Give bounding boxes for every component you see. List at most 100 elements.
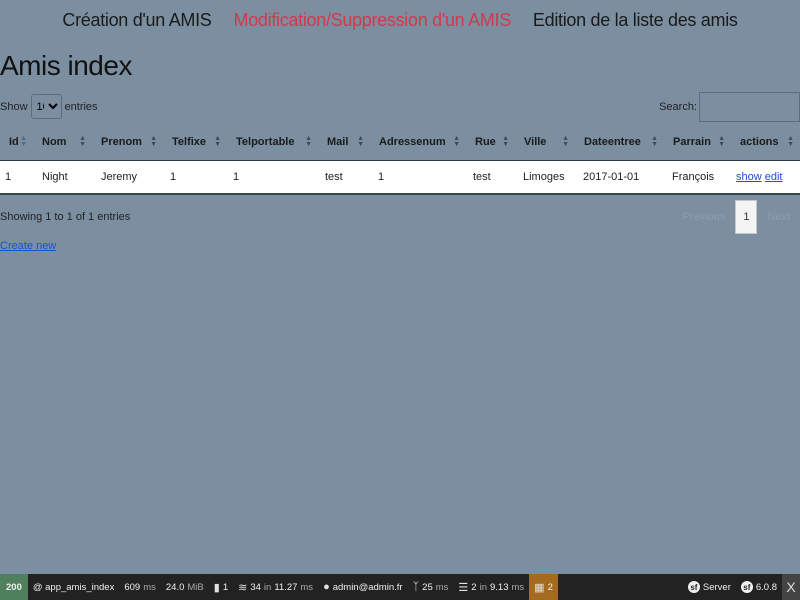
table-row: 1 Night Jeremy 1 1 test 1 test Limoges 2… — [0, 160, 800, 195]
twig-unit: ms — [435, 581, 449, 593]
toolbar-user[interactable]: ● admin@admin.fr — [318, 574, 408, 600]
cache-layers-icon: ≋ — [238, 581, 248, 594]
column-header-adressenum[interactable]: Adressenum ▲ ▼ — [370, 124, 466, 161]
log-icon: ▮ — [213, 581, 220, 594]
column-header-dateentree[interactable]: Dateentree ▲ ▼ — [575, 124, 664, 161]
db-in: in — [479, 581, 487, 593]
pagination-previous[interactable]: Previous — [673, 211, 736, 223]
db-queries: 2 — [471, 581, 477, 593]
cell-ville: Limoges — [515, 160, 575, 195]
cell-actions: show edit — [731, 160, 800, 195]
length-menu: Show 10 entries — [0, 94, 98, 119]
sort-both-icon: ▲ ▼ — [214, 135, 221, 148]
symfony-logo-icon: sf — [740, 581, 753, 593]
column-header-rue[interactable]: Rue ▲ ▼ — [466, 124, 515, 161]
column-header-mail[interactable]: Mail ▲ ▼ — [318, 124, 370, 161]
nav-create-amis[interactable]: Création d'un AMIS — [62, 10, 211, 31]
sort-asc-icon: ▲ ▼ — [20, 135, 27, 148]
cell-dateentree: 2017-01-01 — [575, 160, 664, 195]
cell-mail: test — [318, 160, 370, 195]
sort-both-icon: ▲ ▼ — [718, 135, 725, 148]
column-header-parrain[interactable]: Parrain ▲ ▼ — [664, 124, 731, 161]
table-header-row: Id ▲ ▼ Nom ▲ ▼ Prenom ▲ ▼ Telfixe ▲ ▼ Telportabl… — [0, 124, 800, 161]
toolbar-twig[interactable]: ᛉ 25 ms — [408, 574, 454, 600]
toolbar-time[interactable]: 609 ms — [119, 574, 161, 600]
close-toolbar-button[interactable]: X — [782, 574, 800, 600]
cell-telfixe: 1 — [163, 160, 227, 195]
memory-unit: MiB — [187, 581, 204, 593]
search-label: Search: — [659, 101, 697, 113]
pagination: Previous 1 Next — [673, 200, 800, 234]
pagination-page-1[interactable]: 1 — [735, 200, 758, 234]
column-header-telportable[interactable]: Telportable ▲ ▼ — [227, 124, 318, 161]
cell-id: 1 — [0, 160, 33, 195]
toolbar-logs[interactable]: ▮ 1 — [209, 574, 233, 600]
status-badge[interactable]: 200 — [0, 574, 28, 600]
nav-modify-amis[interactable]: Modification/Suppression d'un AMIS — [234, 10, 512, 31]
toolbar-route[interactable]: @ app_amis_index — [28, 574, 119, 600]
column-header-actions[interactable]: actions ▲ ▼ — [731, 124, 800, 161]
cache-in: in — [263, 581, 272, 593]
sort-both-icon: ▲ ▼ — [305, 135, 312, 148]
toolbar-server[interactable]: sf Server — [683, 574, 736, 600]
db-time: 9.13 — [490, 581, 509, 593]
sort-both-icon: ▲ ▼ — [150, 135, 157, 148]
column-header-prenom[interactable]: Prenom ▲ ▼ — [92, 124, 163, 161]
column-header-id[interactable]: Id ▲ ▼ — [0, 124, 33, 161]
pagination-next[interactable]: Next — [757, 211, 800, 223]
amis-table: Id ▲ ▼ Nom ▲ ▼ Prenom ▲ ▼ Telfixe ▲ ▼ Telportabl… — [0, 124, 800, 195]
user-name: admin@admin.fr — [332, 581, 403, 593]
form-icon: ▦ — [534, 581, 545, 594]
edit-link[interactable]: edit — [765, 171, 783, 183]
cell-telportable: 1 — [227, 160, 318, 195]
time-value: 609 — [124, 581, 141, 593]
cell-adressenum: 1 — [370, 160, 466, 195]
search-box: Search: — [659, 92, 800, 122]
entries-per-page-select[interactable]: 10 — [30, 94, 62, 119]
cache-calls: 34 — [250, 581, 261, 593]
twig-time: 25 — [422, 581, 433, 593]
sort-both-icon: ▲ ▼ — [357, 135, 364, 148]
cell-prenom: Jeremy — [92, 160, 163, 195]
length-menu-prefix: Show — [0, 100, 28, 113]
sort-both-icon: ▲ ▼ — [79, 135, 86, 148]
sort-both-icon: ▲ ▼ — [562, 135, 569, 148]
sort-both-icon: ▲ ▼ — [453, 135, 460, 148]
search-input[interactable] — [699, 92, 800, 122]
length-menu-suffix: entries — [64, 100, 98, 113]
database-icon: ☰ — [458, 581, 469, 594]
server-label: Server — [702, 581, 731, 593]
cell-parrain: François — [664, 160, 731, 195]
symfony-debug-toolbar: 200 @ app_amis_index 609 ms 24.0 MiB ▮ 1… — [0, 574, 800, 600]
symfony-server-icon: sf — [687, 581, 700, 593]
toolbar-forms[interactable]: ▦ 2 — [529, 574, 558, 600]
column-header-nom[interactable]: Nom ▲ ▼ — [33, 124, 92, 161]
column-header-ville[interactable]: Ville ▲ ▼ — [515, 124, 575, 161]
symfony-version: 6.0.8 — [755, 581, 777, 593]
user-icon: ● — [323, 581, 330, 593]
toolbar-database[interactable]: ☰ 2 in 9.13 ms — [453, 574, 529, 600]
toolbar-cache[interactable]: ≋ 34 in 11.27 ms — [233, 574, 318, 600]
cache-time: 11.27 — [274, 581, 298, 593]
toolbar-symfony-version[interactable]: sf 6.0.8 — [736, 574, 782, 600]
sort-both-icon: ▲ ▼ — [502, 135, 509, 148]
route-name: @ app_amis_index — [32, 581, 115, 593]
db-unit: ms — [511, 581, 525, 593]
nav-list-amis[interactable]: Edition de la liste des amis — [533, 10, 738, 31]
memory-value: 24.0 — [165, 581, 185, 593]
twig-icon: ᛉ — [412, 581, 420, 593]
toolbar-right: sf Server sf 6.0.8 X — [683, 574, 800, 600]
toolbar-memory[interactable]: 24.0 MiB — [161, 574, 209, 600]
sort-both-icon: ▲ ▼ — [787, 135, 794, 148]
cell-rue: test — [466, 160, 515, 195]
sort-both-icon: ▲ ▼ — [651, 135, 658, 148]
time-unit: ms — [143, 581, 156, 593]
logs-count: 1 — [222, 581, 229, 593]
create-new-link[interactable]: Create new — [0, 240, 56, 252]
forms-count: 2 — [547, 581, 553, 593]
table-info: Showing 1 to 1 of 1 entries — [0, 211, 131, 223]
column-header-telfixe[interactable]: Telfixe ▲ ▼ — [163, 124, 227, 161]
show-link[interactable]: show — [736, 171, 762, 183]
cache-unit: ms — [300, 581, 314, 593]
page-title: Amis index — [0, 50, 132, 81]
